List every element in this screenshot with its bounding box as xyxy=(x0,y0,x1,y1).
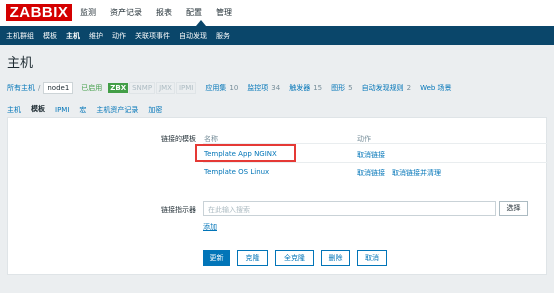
tab-ipmi[interactable]: IPMI xyxy=(55,106,69,114)
breadcrumb-current-host[interactable]: node1 xyxy=(43,82,74,94)
status-enabled[interactable]: 已启用 xyxy=(81,83,102,93)
count-items: 34 xyxy=(271,84,281,92)
add-link[interactable]: 添加 xyxy=(203,222,217,232)
submenu-host-groups[interactable]: 主机群组 xyxy=(6,31,34,41)
unlink-link[interactable]: 取消链接 xyxy=(357,150,385,160)
link-discovery-rules[interactable]: 自动发现规则 xyxy=(362,83,404,93)
link-web-scenarios[interactable]: Web 场景 xyxy=(420,83,452,93)
unlink-and-clear-link[interactable]: 取消链接并清理 xyxy=(392,168,441,178)
breadcrumb-all-hosts[interactable]: 所有主机 xyxy=(7,83,35,93)
submenu-correlation[interactable]: 关联项事件 xyxy=(135,31,170,41)
breadcrumb: 所有主机 / node1 已启用 ZBX SNMP JMX IPMI 应用集 1… xyxy=(7,82,452,94)
link-indicator-label: 链接指示器 xyxy=(161,206,196,214)
count-triggers: 15 xyxy=(313,84,323,92)
delete-button[interactable]: 删除 xyxy=(321,250,350,266)
count-graphs: 5 xyxy=(348,84,353,92)
menu-configuration[interactable]: 配置 xyxy=(186,7,202,18)
submenu-hosts[interactable]: 主机 xyxy=(66,31,80,41)
menu-reports[interactable]: 报表 xyxy=(156,7,172,18)
breadcrumb-separator: / xyxy=(38,84,41,92)
tab-inventory[interactable]: 主机资产记录 xyxy=(96,105,138,115)
ipmi-badge: IPMI xyxy=(175,82,197,94)
full-clone-button[interactable]: 全克隆 xyxy=(275,250,314,266)
snmp-badge: SNMP xyxy=(129,82,156,94)
row-divider xyxy=(203,162,548,163)
tab-host[interactable]: 主机 xyxy=(7,105,21,115)
jmx-badge: JMX xyxy=(156,82,175,94)
submenu-services[interactable]: 服务 xyxy=(216,31,230,41)
menu-monitoring[interactable]: 监测 xyxy=(80,7,96,18)
select-button[interactable]: 选择 xyxy=(499,201,528,216)
menu-administration[interactable]: 管理 xyxy=(216,7,232,18)
unlink-link[interactable]: 取消链接 xyxy=(357,168,385,178)
submenu-actions[interactable]: 动作 xyxy=(112,31,126,41)
link-items[interactable]: 监控项 xyxy=(247,83,268,93)
menu-inventory[interactable]: 资产记录 xyxy=(110,7,142,18)
main-menu: 监测 资产记录 报表 配置 管理 xyxy=(80,7,246,18)
template-search-input[interactable]: 在此输入搜索 xyxy=(203,201,496,216)
zabbix-logo[interactable]: ZABBIX xyxy=(6,4,72,21)
count-applications: 10 xyxy=(229,84,239,92)
clone-button[interactable]: 克隆 xyxy=(237,250,268,266)
submenu-maintenance[interactable]: 维护 xyxy=(89,31,103,41)
zbx-badge: ZBX xyxy=(108,83,129,93)
link-triggers[interactable]: 触发器 xyxy=(289,83,310,93)
top-header: ZABBIX 监测 资产记录 报表 配置 管理 xyxy=(0,0,554,26)
linked-templates-label: 链接的模板 xyxy=(161,135,196,143)
cancel-button[interactable]: 取消 xyxy=(357,250,387,266)
page-title: 主机 xyxy=(7,55,34,70)
link-graphs[interactable]: 图形 xyxy=(331,83,345,93)
tab-encryption[interactable]: 加密 xyxy=(148,105,162,115)
update-button[interactable]: 更新 xyxy=(203,250,230,266)
tab-macros[interactable]: 宏 xyxy=(79,105,86,115)
sub-menu: 主机群组 模板 主机 维护 动作 关联项事件 自动发现 服务 xyxy=(0,26,554,45)
form-tabs: 主机 模板 IPMI 宏 主机资产记录 加密 xyxy=(7,102,172,119)
count-discovery-rules: 2 xyxy=(406,84,412,92)
link-applications[interactable]: 应用集 xyxy=(205,83,226,93)
submenu-templates[interactable]: 模板 xyxy=(43,31,57,41)
highlight-box xyxy=(195,144,296,162)
submenu-discovery[interactable]: 自动发现 xyxy=(179,31,207,41)
template-name-link[interactable]: Template OS Linux xyxy=(204,168,269,176)
